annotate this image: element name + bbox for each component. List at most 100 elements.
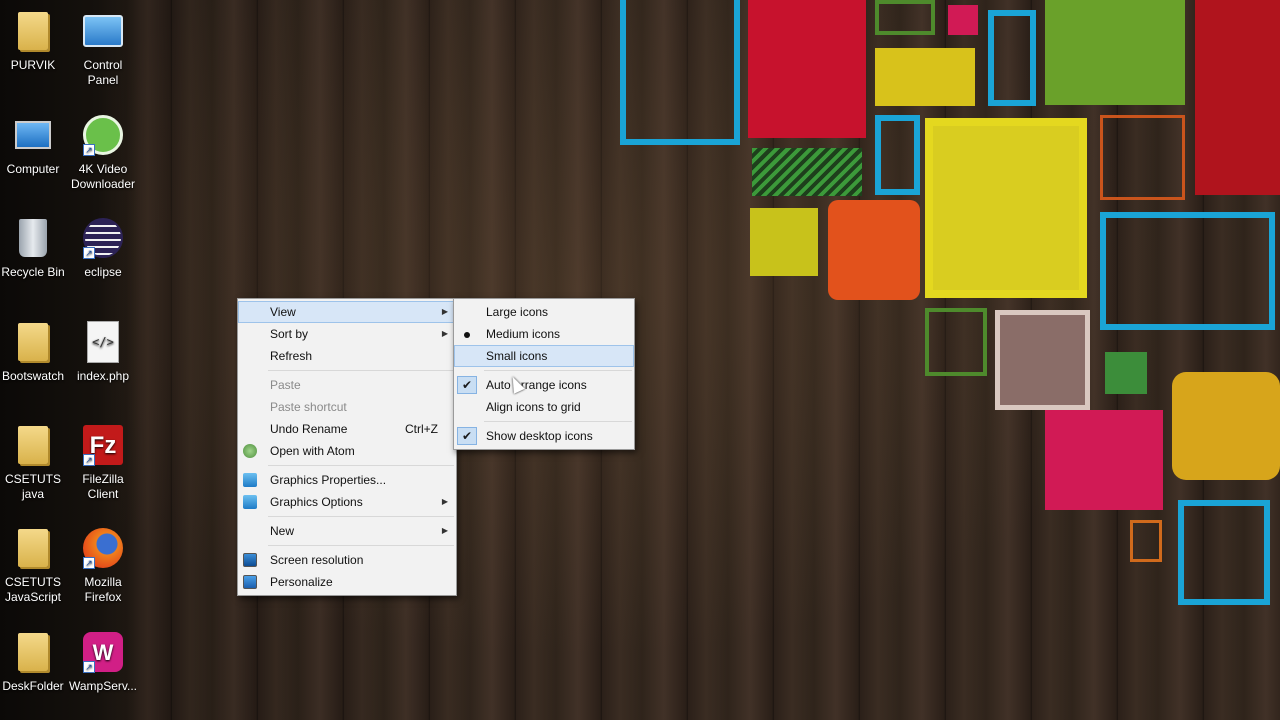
- wallpaper-tile: [828, 200, 920, 300]
- menu-item-label: Show desktop icons: [486, 429, 593, 443]
- wallpaper-tile: [948, 5, 978, 35]
- menu-item-label: Auto arrange icons: [486, 378, 587, 392]
- wallpaper-tile: [1100, 212, 1275, 330]
- desktop-icon-label: CSETUTS java: [4, 472, 61, 501]
- shortcut-arrow-icon: ↗: [83, 144, 95, 156]
- shortcut-arrow-icon: ↗: [83, 557, 95, 569]
- php-file-icon: </>: [81, 319, 125, 365]
- wallpaper-tile: [875, 115, 920, 195]
- desktop-icon-recycle-bin[interactable]: Recycle Bin: [0, 215, 68, 280]
- menu-item-large-icons[interactable]: Large icons: [454, 301, 634, 323]
- menu-separator: [484, 370, 632, 371]
- menu-item-label: Medium icons: [486, 327, 561, 341]
- desktop-icon-label: FileZilla Client: [82, 472, 124, 501]
- wallpaper-tile: [995, 310, 1090, 410]
- menu-item-align-icons-to-grid[interactable]: Align icons to grid: [454, 396, 634, 418]
- menu-item-label: Align icons to grid: [486, 400, 581, 414]
- desktop-icon-label: CSETUTS JavaScript: [4, 575, 62, 604]
- desktop-icon-label: 4K Video Downloader: [70, 162, 136, 191]
- menu-item-undo-rename[interactable]: Undo Rename Ctrl+Z: [238, 418, 456, 440]
- user-folder-icon: [11, 8, 55, 54]
- firefox-icon: ↗: [81, 525, 125, 571]
- menu-item-medium-icons[interactable]: Medium icons: [454, 323, 634, 345]
- wallpaper-tile: [1172, 372, 1280, 480]
- menu-item-label: View: [270, 305, 296, 319]
- menu-item-open-with-atom[interactable]: Open with Atom: [238, 440, 456, 462]
- video-downloader-icon: ↗: [81, 112, 125, 158]
- menu-item-label: Screen resolution: [270, 553, 364, 567]
- desktop-icon-4k-video-downloader[interactable]: ↗ 4K Video Downloader: [68, 112, 138, 192]
- view-submenu: Large icons Medium icons Small icons ✔ A…: [453, 298, 635, 450]
- desktop-icon-firefox[interactable]: ↗ Mozilla Firefox: [68, 525, 138, 605]
- desktop-icon-label: Recycle Bin: [1, 265, 65, 279]
- folder-icon: [11, 319, 55, 365]
- wallpaper-tile: [620, 0, 740, 145]
- menu-item-view[interactable]: View ▶: [238, 301, 456, 323]
- atom-icon: [243, 444, 257, 458]
- menu-item-paste[interactable]: Paste: [238, 374, 456, 396]
- checkmark-icon: ✔: [457, 376, 477, 394]
- menu-item-label: Graphics Options: [270, 495, 363, 509]
- wallpaper-tile: [1195, 0, 1280, 195]
- menu-item-personalize[interactable]: Personalize: [238, 571, 456, 593]
- desktop-icon-filezilla[interactable]: Fz ↗ FileZilla Client: [68, 422, 138, 502]
- desktop-icon-csetuts-java[interactable]: CSETUTS java: [0, 422, 68, 502]
- menu-item-screen-resolution[interactable]: Screen resolution: [238, 549, 456, 571]
- menu-item-auto-arrange-icons[interactable]: ✔ Auto arrange icons: [454, 374, 634, 396]
- menu-item-label: Undo Rename: [270, 422, 348, 436]
- wallpaper-tile: [1178, 500, 1270, 605]
- menu-item-new[interactable]: New ▶: [238, 520, 456, 542]
- menu-item-label: Large icons: [486, 305, 549, 319]
- menu-item-label: Open with Atom: [270, 444, 355, 458]
- menu-separator: [268, 545, 454, 546]
- submenu-arrow-icon: ▶: [441, 526, 448, 535]
- menu-item-sort-by[interactable]: Sort by ▶: [238, 323, 456, 345]
- personalize-icon: [243, 575, 257, 589]
- wallpaper-tile: [1045, 0, 1185, 105]
- desktop-icon-label: Computer: [6, 162, 60, 176]
- menu-item-graphics-options[interactable]: Graphics Options ▶: [238, 491, 456, 513]
- menu-separator: [268, 465, 454, 466]
- eclipse-icon: ↗: [81, 215, 125, 261]
- desktop-icon-eclipse[interactable]: ↗ eclipse: [68, 215, 138, 280]
- menu-item-show-desktop-icons[interactable]: ✔ Show desktop icons: [454, 425, 634, 447]
- menu-item-label: Graphics Properties...: [270, 473, 387, 487]
- desktop-icon-control-panel[interactable]: Control Panel: [68, 8, 138, 88]
- radio-bullet-icon: [464, 332, 470, 338]
- desktop-icon-index-php[interactable]: </> index.php: [68, 319, 138, 384]
- wampserver-icon: W ↗: [81, 629, 125, 675]
- recycle-bin-icon: [11, 215, 55, 261]
- display-icon: [243, 553, 257, 567]
- desktop-icon-label: eclipse: [84, 265, 122, 279]
- wallpaper-tile: [988, 10, 1036, 106]
- desktop-icon-wampserver[interactable]: W ↗ WampServ...: [68, 629, 138, 694]
- desktop-icon-purvik[interactable]: PURVIK: [0, 8, 68, 73]
- menu-item-paste-shortcut[interactable]: Paste shortcut: [238, 396, 456, 418]
- wallpaper-tile: [1105, 352, 1147, 394]
- menu-item-refresh[interactable]: Refresh: [238, 345, 456, 367]
- keyboard-shortcut: Ctrl+Z: [405, 422, 438, 436]
- shortcut-arrow-icon: ↗: [83, 661, 95, 673]
- folder-icon: [11, 629, 55, 675]
- desktop-icon-bootswatch[interactable]: Bootswatch: [0, 319, 68, 384]
- menu-item-graphics-properties[interactable]: Graphics Properties...: [238, 469, 456, 491]
- desktop-icon-label: DeskFolder: [2, 679, 64, 693]
- desktop-icon-label: Control Panel: [83, 58, 123, 87]
- desktop-icon-label: Mozilla Firefox: [84, 575, 122, 604]
- shortcut-arrow-icon: ↗: [83, 454, 95, 466]
- desktop-icon-label: index.php: [76, 369, 130, 383]
- folder-icon: [11, 422, 55, 468]
- menu-item-small-icons[interactable]: Small icons: [454, 345, 634, 367]
- filezilla-icon: Fz ↗: [81, 422, 125, 468]
- desktop-icon-csetuts-javascript[interactable]: CSETUTS JavaScript: [0, 525, 68, 605]
- submenu-arrow-icon: ▶: [441, 497, 448, 506]
- computer-icon: [11, 112, 55, 158]
- wallpaper-tile: [875, 48, 975, 106]
- desktop-icon-label: WampServ...: [68, 679, 137, 693]
- desktop-icon-deskfolder[interactable]: DeskFolder: [0, 629, 68, 694]
- menu-item-label: Sort by: [270, 327, 309, 341]
- menu-separator: [484, 421, 632, 422]
- wallpaper-tile: [925, 118, 1087, 298]
- desktop-icon-computer[interactable]: Computer: [0, 112, 68, 177]
- menu-item-label: Refresh: [270, 349, 313, 363]
